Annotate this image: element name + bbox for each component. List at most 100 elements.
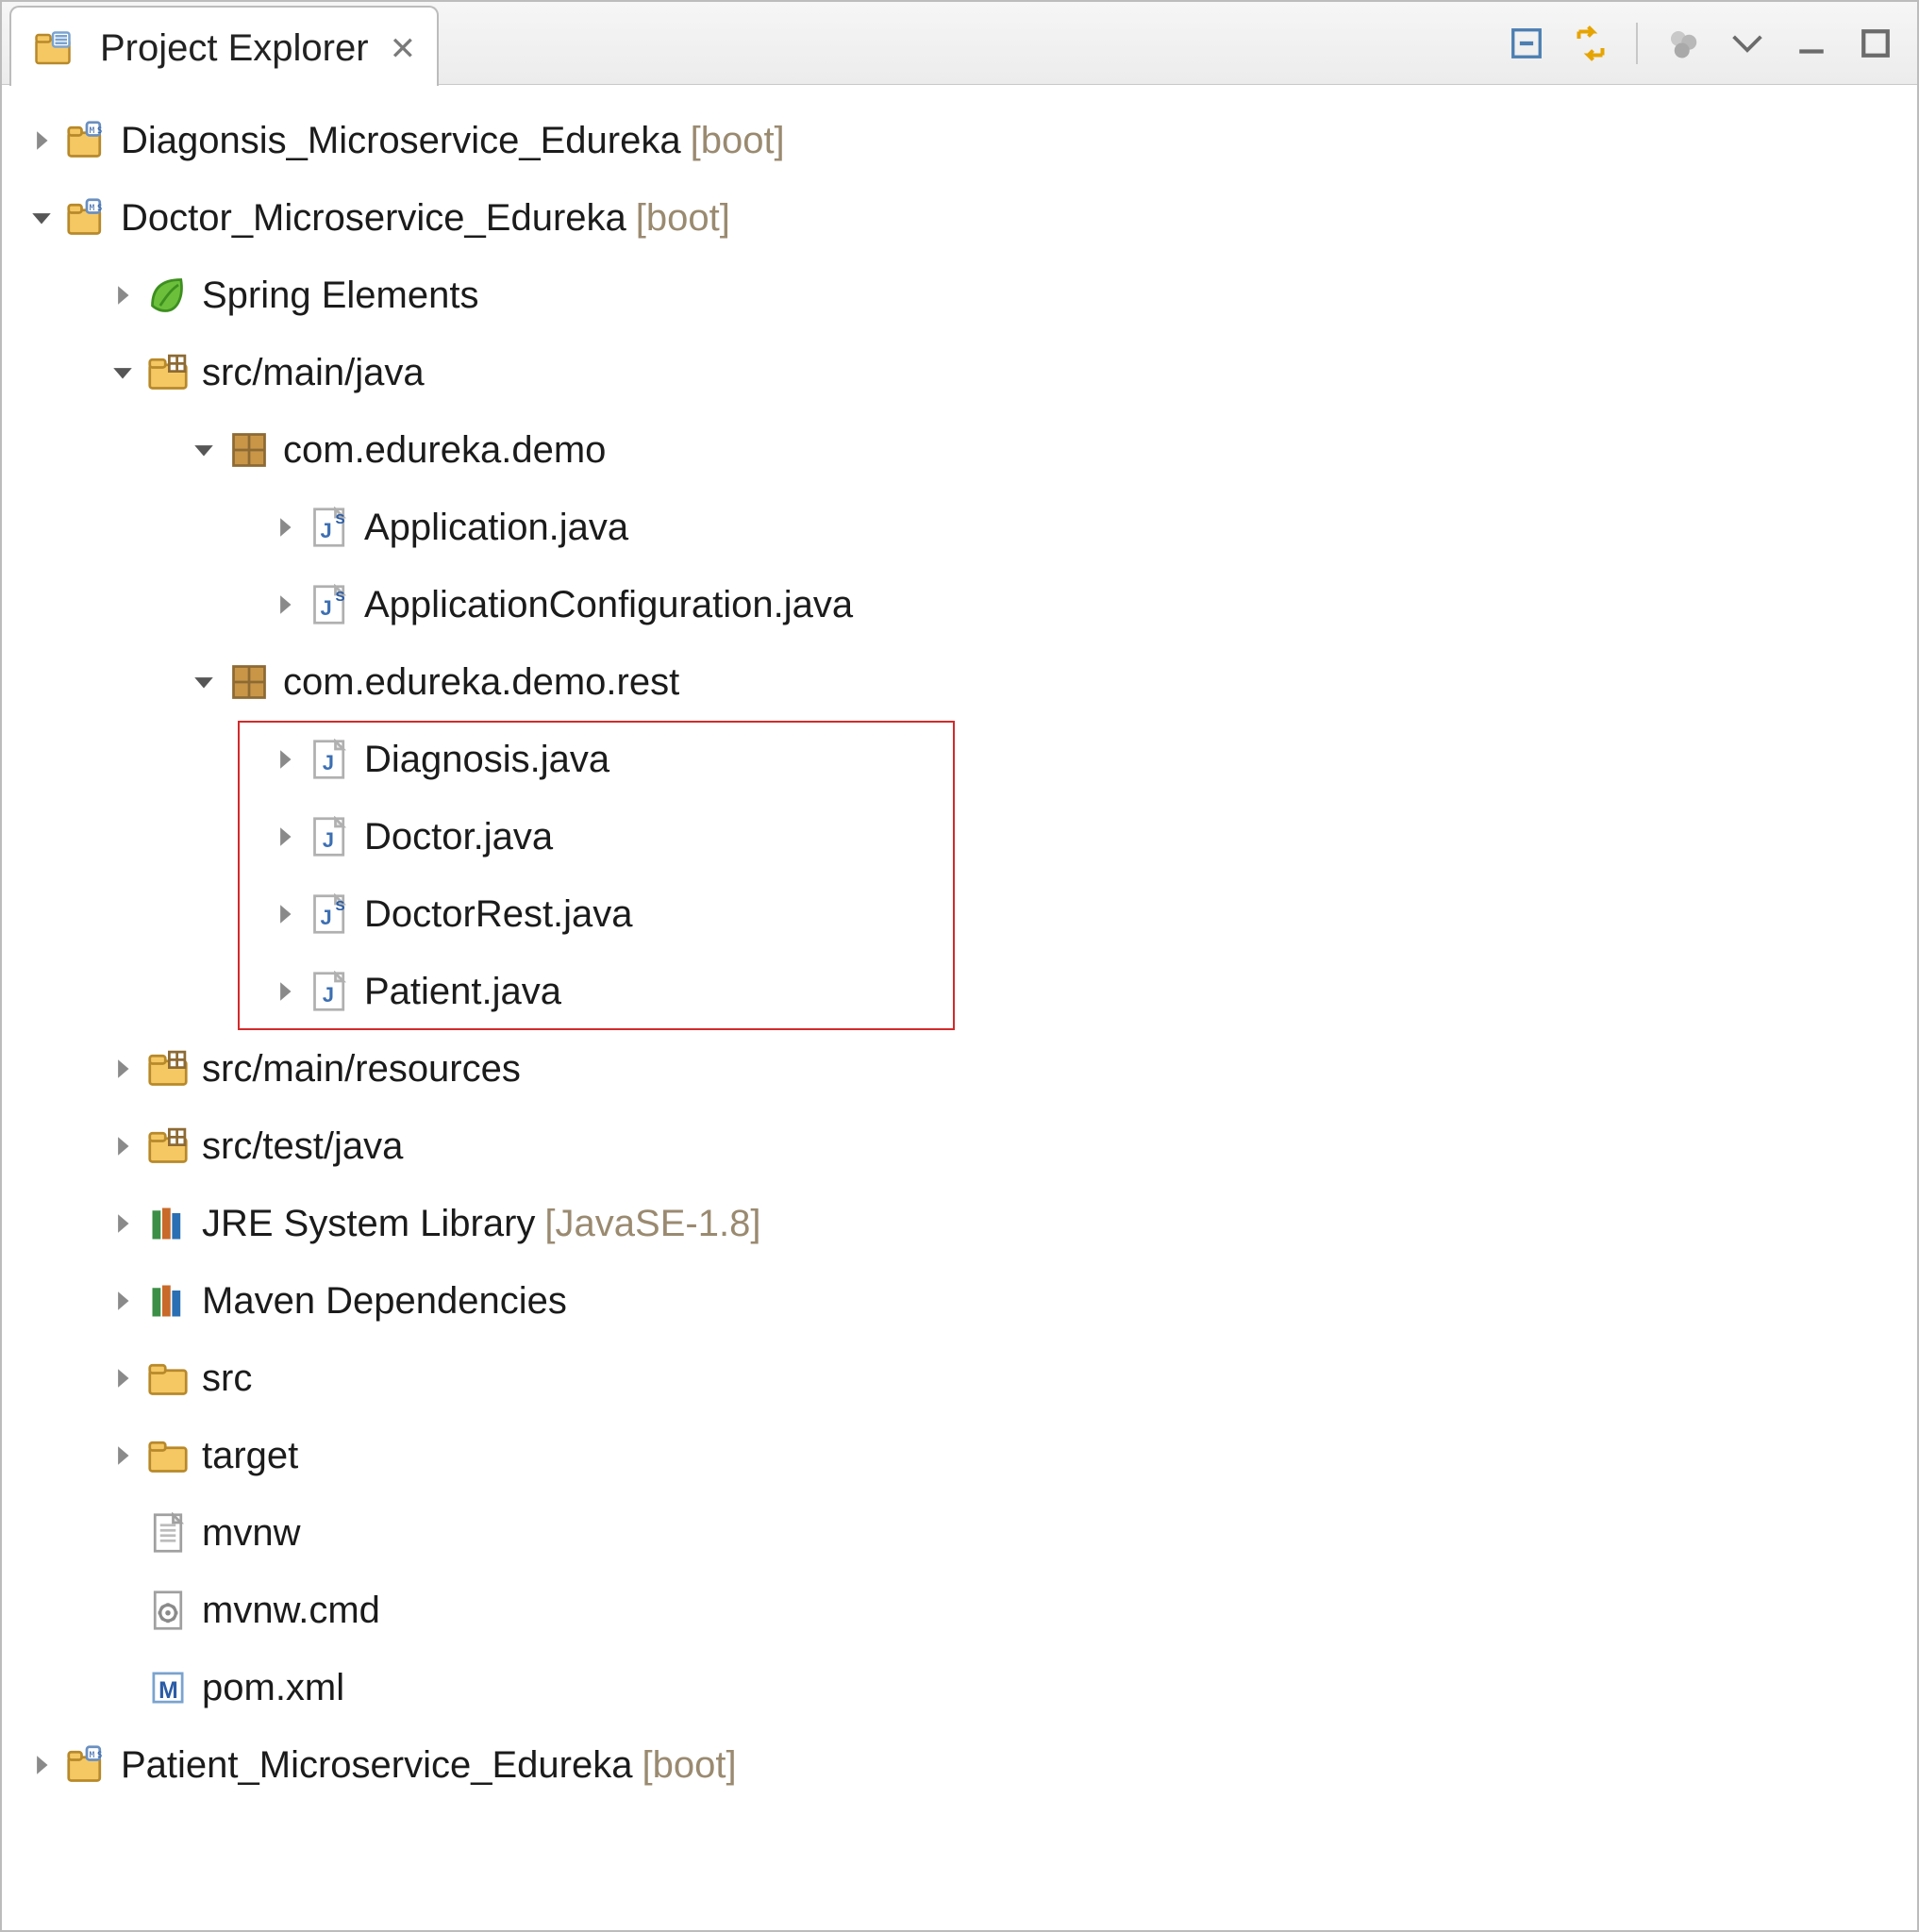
chevron-down-icon[interactable] bbox=[185, 663, 223, 701]
maximize-button[interactable] bbox=[1851, 19, 1900, 68]
tree-item[interactable]: src/test/java bbox=[2, 1108, 1917, 1185]
chevron-down-icon[interactable] bbox=[23, 199, 60, 237]
tree-item[interactable]: J Doctor.java bbox=[238, 798, 955, 875]
close-icon[interactable]: ✕ bbox=[390, 30, 417, 68]
chevron-right-icon[interactable] bbox=[104, 1205, 142, 1242]
tree-item[interactable]: M S Patient_Microservice_Edureka[boot] bbox=[2, 1726, 1917, 1804]
tree-item[interactable]: Spring Elements bbox=[2, 257, 1917, 334]
chevron-right-icon[interactable] bbox=[104, 276, 142, 314]
java-icon: J bbox=[309, 971, 351, 1012]
chevron-right-icon[interactable] bbox=[266, 741, 304, 778]
collapse-all-button[interactable] bbox=[1502, 19, 1551, 68]
view-tab[interactable]: Project Explorer ✕ bbox=[9, 6, 439, 86]
chevron-right-icon[interactable] bbox=[266, 586, 304, 624]
tree-item-label: DoctorRest.java bbox=[364, 893, 633, 936]
chevron-right-icon[interactable] bbox=[266, 508, 304, 546]
tree-item-label: com.edureka.demo.rest bbox=[283, 661, 679, 704]
project-tree[interactable]: M S Diagonsis_Microservice_Edureka[boot]… bbox=[2, 85, 1917, 1930]
tree-item-label: com.edureka.demo bbox=[283, 429, 606, 472]
chevron-right-icon[interactable] bbox=[104, 1127, 142, 1165]
tree-item[interactable]: target bbox=[2, 1417, 1917, 1494]
file-icon bbox=[147, 1512, 189, 1554]
view-titlebar: Project Explorer ✕ bbox=[2, 2, 1917, 85]
svg-text:S: S bbox=[336, 511, 345, 527]
chevron-right-icon[interactable] bbox=[104, 1437, 142, 1474]
tree-item[interactable]: J S DoctorRest.java bbox=[238, 875, 955, 953]
chevron-right-icon[interactable] bbox=[266, 818, 304, 856]
tree-item-label: Doctor_Microservice_Edureka bbox=[121, 197, 626, 240]
folder-icon bbox=[147, 1357, 189, 1399]
svg-text:M: M bbox=[90, 1751, 94, 1760]
svg-text:J: J bbox=[321, 596, 332, 620]
chevron-right-icon[interactable] bbox=[23, 122, 60, 159]
tree-item[interactable]: mvnw bbox=[2, 1494, 1917, 1572]
java-s-icon: J S bbox=[309, 507, 351, 548]
tree-item-label: src/main/java bbox=[202, 352, 425, 394]
tree-item[interactable]: M S Diagonsis_Microservice_Edureka[boot] bbox=[2, 102, 1917, 179]
svg-text:M: M bbox=[90, 204, 94, 213]
tree-item[interactable]: com.edureka.demo.rest bbox=[2, 643, 1917, 721]
tree-item[interactable]: J Diagnosis.java bbox=[238, 721, 955, 798]
tree-item[interactable]: M S Doctor_Microservice_Edureka[boot] bbox=[2, 179, 1917, 257]
tree-item-label: Maven Dependencies bbox=[202, 1280, 567, 1323]
highlighted-group: J Diagnosis.java J Doctor.java J S Docto… bbox=[238, 721, 955, 1030]
tree-item[interactable]: J S Application.java bbox=[2, 489, 1917, 566]
java-icon: J bbox=[309, 816, 351, 858]
svg-text:S: S bbox=[97, 1751, 102, 1760]
view-menu-button[interactable] bbox=[1723, 19, 1772, 68]
chevron-right-icon[interactable] bbox=[266, 895, 304, 933]
svg-text:M: M bbox=[159, 1678, 178, 1704]
chevron-right-icon[interactable] bbox=[104, 1359, 142, 1397]
library-icon bbox=[147, 1203, 189, 1244]
tree-item-label: JRE System Library bbox=[202, 1203, 535, 1245]
tree-item-label: mvnw.cmd bbox=[202, 1590, 380, 1632]
java-icon: J bbox=[309, 739, 351, 780]
gear-file-icon bbox=[147, 1590, 189, 1631]
view-title: Project Explorer bbox=[100, 27, 369, 70]
chevron-right-icon[interactable] bbox=[104, 1282, 142, 1320]
tree-item-label: Patient.java bbox=[364, 971, 561, 1013]
svg-text:S: S bbox=[97, 204, 102, 213]
tree-item[interactable]: src bbox=[2, 1340, 1917, 1417]
project-explorer-icon bbox=[32, 28, 74, 70]
tree-item[interactable]: J Patient.java bbox=[238, 953, 955, 1030]
spring-project-icon: M S bbox=[66, 1744, 108, 1786]
tree-item[interactable]: J S ApplicationConfiguration.java bbox=[2, 566, 1917, 643]
chevron-right-icon[interactable] bbox=[266, 973, 304, 1010]
tree-item-label: Doctor.java bbox=[364, 816, 553, 858]
tree-item[interactable]: JRE System Library[JavaSE-1.8] bbox=[2, 1185, 1917, 1262]
chevron-right-icon[interactable] bbox=[23, 1746, 60, 1784]
tree-item-label: Application.java bbox=[364, 507, 628, 549]
tree-item[interactable]: M pom.xml bbox=[2, 1649, 1917, 1726]
package-icon bbox=[228, 661, 270, 703]
java-s-icon: J S bbox=[309, 893, 351, 935]
toolbar-separator bbox=[1636, 23, 1638, 64]
package-icon bbox=[228, 429, 270, 471]
tree-item[interactable]: Maven Dependencies bbox=[2, 1262, 1917, 1340]
java-s-icon: J S bbox=[309, 584, 351, 625]
link-editor-button[interactable] bbox=[1566, 19, 1615, 68]
tree-item[interactable]: mvnw.cmd bbox=[2, 1572, 1917, 1649]
folder-icon bbox=[147, 1435, 189, 1476]
tree-item-suffix: [JavaSE-1.8] bbox=[544, 1203, 760, 1245]
chevron-down-icon[interactable] bbox=[185, 431, 223, 469]
tree-item-label: Diagnosis.java bbox=[364, 739, 609, 781]
svg-text:J: J bbox=[321, 519, 332, 542]
tree-item-label: Patient_Microservice_Edureka bbox=[121, 1744, 632, 1787]
chevron-down-icon[interactable] bbox=[104, 354, 142, 391]
spring-project-icon: M S bbox=[66, 197, 108, 239]
svg-text:S: S bbox=[97, 126, 102, 136]
focus-button[interactable] bbox=[1659, 19, 1708, 68]
tree-item[interactable]: src/main/resources bbox=[2, 1030, 1917, 1108]
svg-text:J: J bbox=[323, 983, 334, 1007]
library-icon bbox=[147, 1280, 189, 1322]
tree-item[interactable]: src/main/java bbox=[2, 334, 1917, 411]
tree-item[interactable]: com.edureka.demo bbox=[2, 411, 1917, 489]
tree-item-suffix: [boot] bbox=[636, 197, 730, 240]
tree-item-label: pom.xml bbox=[202, 1667, 344, 1709]
tree-item-suffix: [boot] bbox=[642, 1744, 736, 1787]
svg-text:J: J bbox=[321, 906, 332, 929]
minimize-button[interactable] bbox=[1787, 19, 1836, 68]
chevron-right-icon[interactable] bbox=[104, 1050, 142, 1088]
svg-text:M: M bbox=[90, 126, 94, 136]
